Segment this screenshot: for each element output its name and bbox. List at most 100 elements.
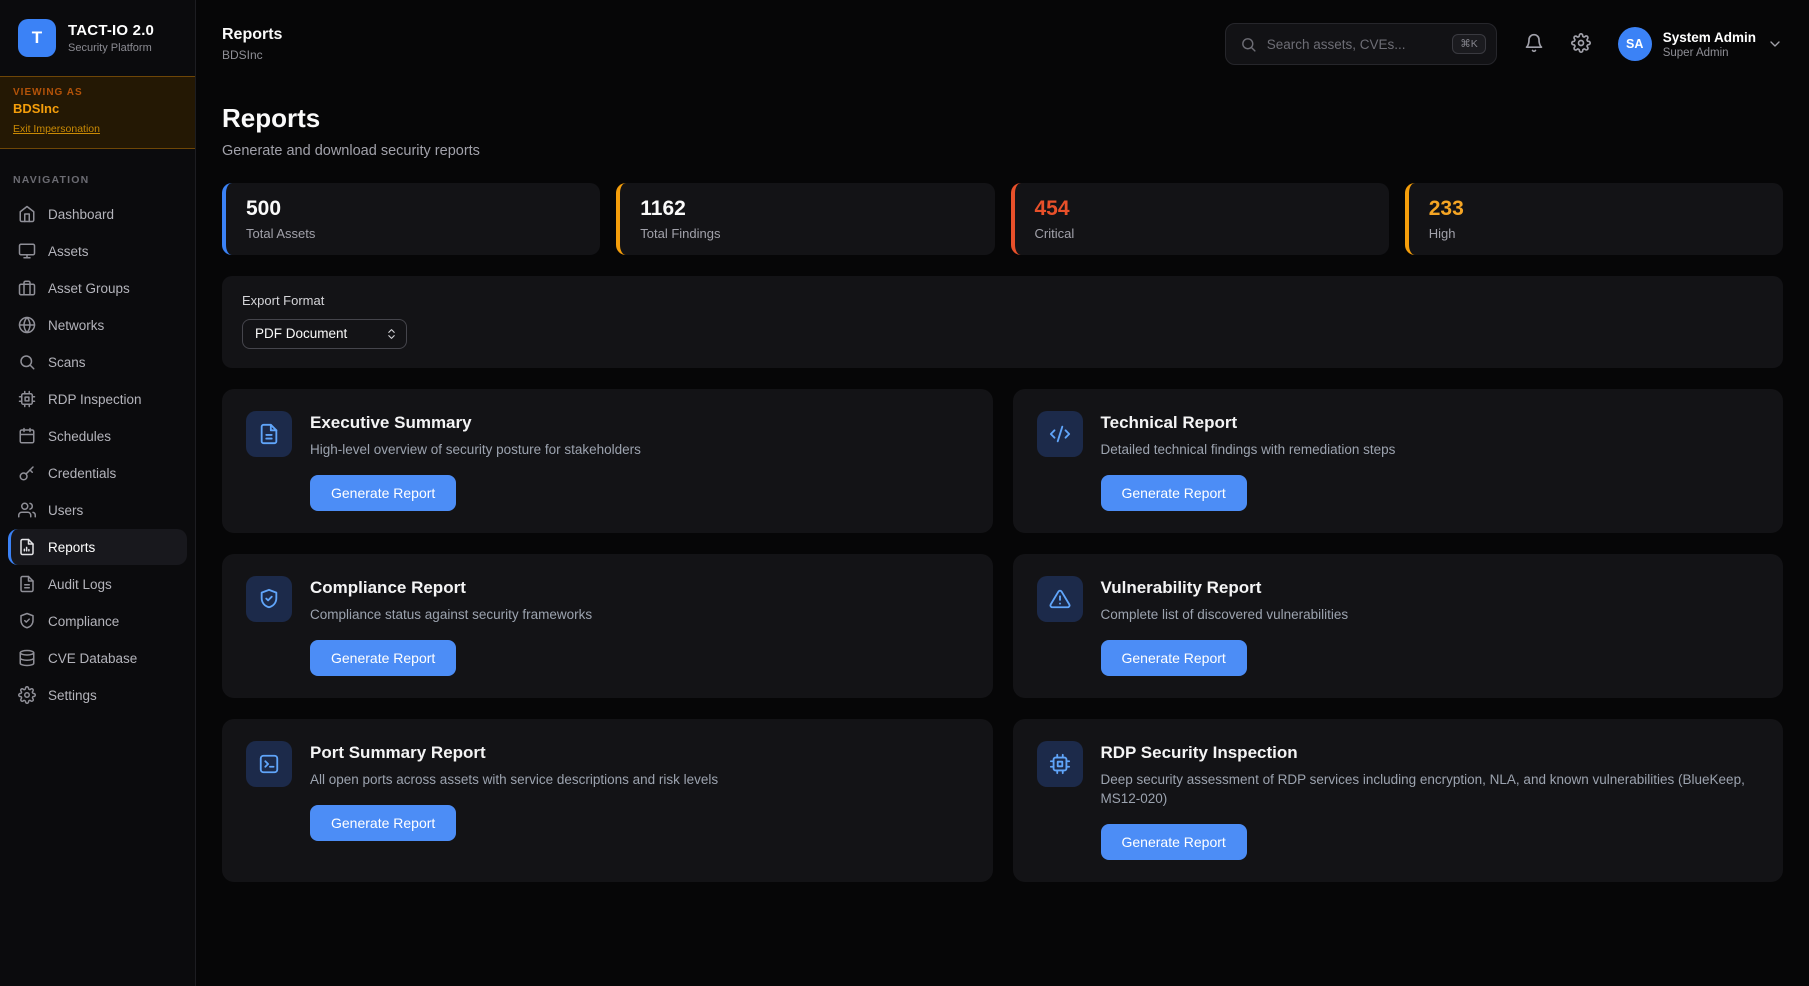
report-icon-tile [246, 741, 292, 787]
sidebar-item-settings[interactable]: Settings [8, 677, 187, 713]
alert-triangle-icon [1049, 588, 1071, 610]
sidebar-item-compliance[interactable]: Compliance [8, 603, 187, 639]
sidebar-item-asset-groups[interactable]: Asset Groups [8, 270, 187, 306]
nav-list: Dashboard Assets Asset Groups Networks Scans… [0, 196, 195, 714]
report-description: High-level overview of security posture … [310, 441, 641, 460]
nav-section-label: NAVIGATION [0, 149, 195, 196]
search-icon [1240, 36, 1257, 53]
sidebar-item-rdp-inspection[interactable]: RDP Inspection [8, 381, 187, 417]
user-role: Super Admin [1663, 47, 1756, 59]
export-format-label: Export Format [242, 293, 1763, 308]
topbar: Reports BDSInc Search assets, CVEs... ⌘K… [196, 0, 1809, 88]
settings-button[interactable] [1571, 33, 1591, 56]
export-panel: Export Format PDF Document [222, 276, 1783, 368]
sidebar-item-assets[interactable]: Assets [8, 233, 187, 269]
sidebar-item-users[interactable]: Users [8, 492, 187, 528]
sidebar-item-label: Reports [48, 540, 95, 555]
generate-report-button[interactable]: Generate Report [1101, 475, 1247, 511]
report-description: All open ports across assets with servic… [310, 771, 718, 790]
content: Reports Generate and download security r… [196, 88, 1809, 986]
page-title: Reports [222, 103, 1783, 134]
sidebar-item-credentials[interactable]: Credentials [8, 455, 187, 491]
sidebar-item-label: Networks [48, 318, 104, 333]
file-text-icon [18, 575, 36, 593]
brand: T TACT-IO 2.0 Security Platform [0, 0, 195, 76]
page-subtitle: Generate and download security reports [222, 143, 1783, 159]
sidebar-item-audit-logs[interactable]: Audit Logs [8, 566, 187, 602]
sidebar-item-dashboard[interactable]: Dashboard [8, 196, 187, 232]
user-menu[interactable]: SA System Admin Super Admin [1618, 27, 1783, 61]
search-input[interactable]: Search assets, CVEs... ⌘K [1225, 23, 1497, 65]
report-icon-tile [1037, 576, 1083, 622]
report-card-port-summary-report: Port Summary Report All open ports across… [222, 719, 993, 882]
shield-check-icon [18, 612, 36, 630]
users-icon [18, 501, 36, 519]
stat-value: 233 [1429, 197, 1763, 221]
report-grid: Executive Summary High-level overview of … [222, 389, 1783, 882]
globe-icon [18, 316, 36, 334]
impersonation-org: BDSInc [13, 101, 182, 116]
stat-card-total-assets: 500Total Assets [222, 183, 600, 255]
report-card-body: Technical ReportDetailed technical findi… [1101, 411, 1396, 511]
avatar: SA [1618, 27, 1652, 61]
bell-icon [1524, 33, 1544, 56]
stat-label: Total Assets [246, 226, 580, 241]
generate-report-button[interactable]: Generate Report [1101, 824, 1247, 860]
generate-report-button[interactable]: Generate Report [310, 640, 456, 676]
generate-report-button[interactable]: Generate Report [310, 475, 456, 511]
report-card-body: Compliance ReportCompliance status again… [310, 576, 592, 676]
sidebar-item-schedules[interactable]: Schedules [8, 418, 187, 454]
sidebar-item-label: RDP Inspection [48, 392, 142, 407]
cpu-icon [18, 390, 36, 408]
brand-tagline: Security Platform [68, 42, 154, 54]
report-icon-tile [246, 576, 292, 622]
stat-value: 1162 [640, 197, 974, 221]
impersonation-banner: VIEWING AS BDSInc Exit Impersonation [0, 76, 195, 149]
report-title: Executive Summary [310, 413, 641, 433]
export-format-select[interactable]: PDF Document [242, 319, 407, 349]
report-title: Compliance Report [310, 578, 592, 598]
report-title: Port Summary Report [310, 743, 718, 763]
cpu-icon [1049, 753, 1071, 775]
sidebar-item-scans[interactable]: Scans [8, 344, 187, 380]
database-icon [18, 649, 36, 667]
report-card-rdp-security-inspection: RDP Security InspectionDeep security ass… [1013, 719, 1784, 882]
report-card-vulnerability-report: Vulnerability ReportComplete list of dis… [1013, 554, 1784, 698]
sidebar-item-label: Users [48, 503, 83, 518]
impersonation-label: VIEWING AS [13, 87, 182, 98]
sidebar-item-cve-database[interactable]: CVE Database [8, 640, 187, 676]
briefcase-icon [18, 279, 36, 297]
exit-impersonation-link[interactable]: Exit Impersonation [13, 123, 100, 135]
report-card-body: Executive Summary High-level overview of … [310, 411, 641, 511]
file-chart-icon [18, 538, 36, 556]
sidebar-item-label: Assets [48, 244, 89, 259]
report-card-compliance-report: Compliance ReportCompliance status again… [222, 554, 993, 698]
stat-card-critical: 454Critical [1011, 183, 1389, 255]
monitor-icon [18, 242, 36, 260]
report-card-body: Port Summary Report All open ports across… [310, 741, 718, 841]
key-icon [18, 464, 36, 482]
chevron-down-icon [1767, 36, 1783, 52]
sidebar-item-reports[interactable]: Reports [8, 529, 187, 565]
report-card-body: Vulnerability ReportComplete list of dis… [1101, 576, 1349, 676]
generate-report-button[interactable]: Generate Report [1101, 640, 1247, 676]
search-placeholder: Search assets, CVEs... [1267, 37, 1442, 52]
app-root: T TACT-IO 2.0 Security Platform VIEWING … [0, 0, 1809, 986]
report-icon-tile [1037, 411, 1083, 457]
topbar-subtitle: BDSInc [222, 48, 282, 62]
calendar-icon [18, 427, 36, 445]
code-icon [1049, 423, 1071, 445]
gear-icon [18, 686, 36, 704]
sidebar-item-label: Compliance [48, 614, 119, 629]
report-title: Technical Report [1101, 413, 1396, 433]
home-icon [18, 205, 36, 223]
generate-report-button[interactable]: Generate Report [310, 805, 456, 841]
file-text-icon [258, 423, 280, 445]
notifications-button[interactable] [1524, 33, 1544, 56]
search-shortcut-badge: ⌘K [1452, 34, 1486, 54]
sidebar-item-label: Dashboard [48, 207, 114, 222]
report-description: Deep security assessment of RDP services… [1101, 771, 1751, 809]
sidebar-item-networks[interactable]: Networks [8, 307, 187, 343]
sidebar-item-label: Asset Groups [48, 281, 130, 296]
shield-check-icon [258, 588, 280, 610]
